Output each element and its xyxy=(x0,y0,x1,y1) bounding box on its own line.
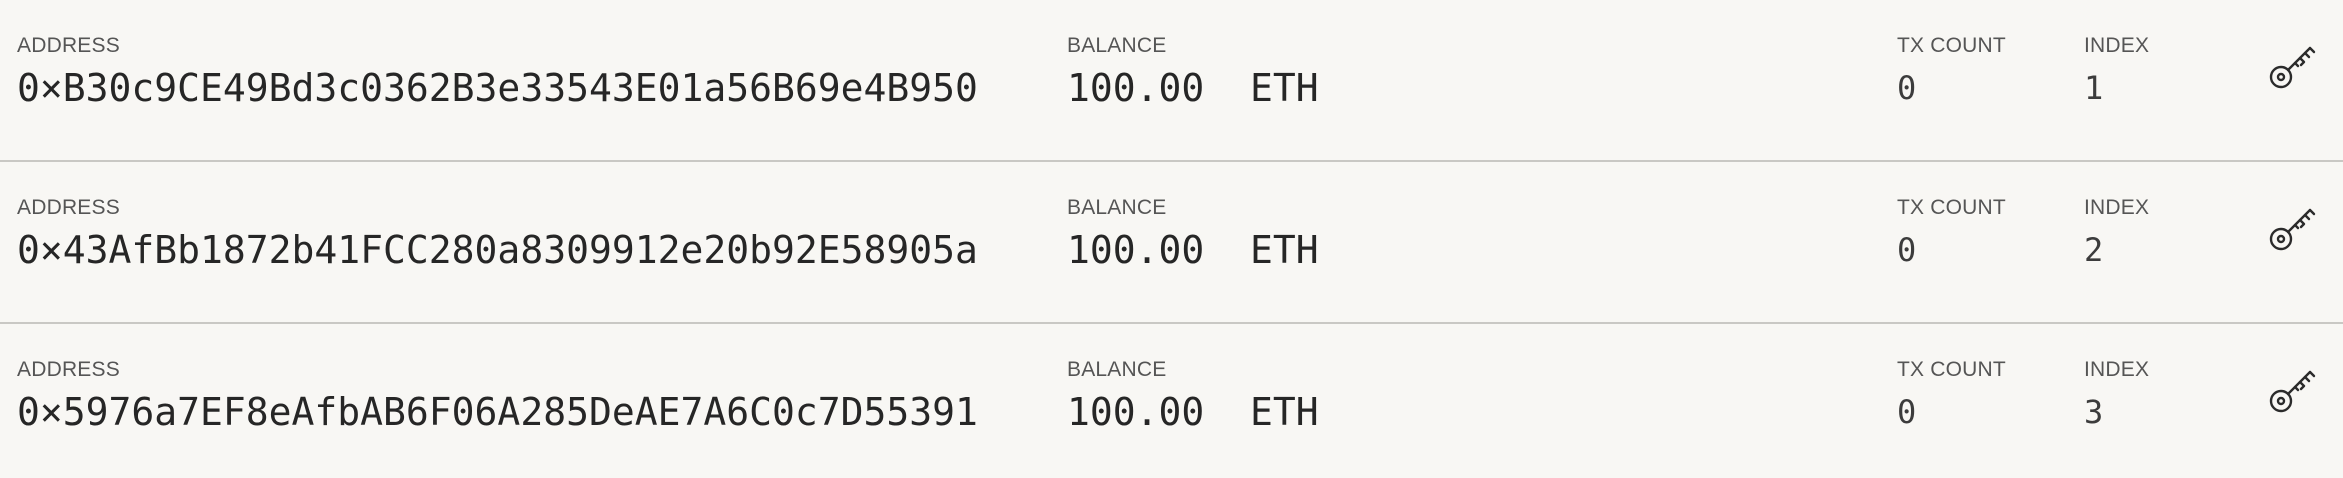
balance-label: BALANCE xyxy=(1067,34,1167,57)
accounts-list: ADDRESS 0×B30c9CE49Bd3c0362B3e33543E01a5… xyxy=(0,0,2343,478)
key-icon xyxy=(2269,370,2316,413)
key-icon xyxy=(2269,208,2316,251)
balance-label: BALANCE xyxy=(1067,196,1167,219)
tx-count-value: 0 xyxy=(1897,69,1917,107)
address-field: ADDRESS 0×B30c9CE49Bd3c0362B3e33543E01a5… xyxy=(17,34,978,110)
balance-field: BALANCE 100.00 ETH xyxy=(1067,196,1319,272)
address-field: ADDRESS 0×43AfBb1872b41FCC280a8309912e20… xyxy=(17,196,978,272)
key-icon xyxy=(2269,46,2316,89)
tx-count-label: TX COUNT xyxy=(1897,196,2006,219)
balance-label: BALANCE xyxy=(1067,358,1167,381)
index-label: INDEX xyxy=(2084,34,2150,57)
address-label: ADDRESS xyxy=(17,358,120,381)
account-row[interactable]: ADDRESS 0×B30c9CE49Bd3c0362B3e33543E01a5… xyxy=(0,0,2343,162)
index-label: INDEX xyxy=(2084,196,2150,219)
index-label: INDEX xyxy=(2084,358,2150,381)
balance-field: BALANCE 100.00 ETH xyxy=(1067,34,1319,110)
address-field: ADDRESS 0×5976a7EF8eAfbAB6F06A285DeAE7A6… xyxy=(17,358,978,434)
show-keys-button[interactable] xyxy=(2262,360,2322,420)
address-label: ADDRESS xyxy=(17,34,120,57)
tx-count-field: TX COUNT 0 xyxy=(1897,196,2006,272)
address-value: 0×5976a7EF8eAfbAB6F06A285DeAE7A6C0c7D553… xyxy=(17,390,978,434)
index-value: 2 xyxy=(2084,231,2104,269)
index-value: 3 xyxy=(2084,393,2104,431)
tx-count-label: TX COUNT xyxy=(1897,358,2006,381)
tx-count-value: 0 xyxy=(1897,393,1917,431)
address-label: ADDRESS xyxy=(17,196,120,219)
tx-count-field: TX COUNT 0 xyxy=(1897,358,2006,434)
balance-value: 100.00 ETH xyxy=(1067,390,1319,434)
tx-count-field: TX COUNT 0 xyxy=(1897,34,2006,110)
index-field: INDEX 2 xyxy=(2084,196,2149,272)
index-value: 1 xyxy=(2084,69,2104,107)
balance-field: BALANCE 100.00 ETH xyxy=(1067,358,1319,434)
tx-count-label: TX COUNT xyxy=(1897,34,2006,57)
index-field: INDEX 1 xyxy=(2084,34,2149,110)
account-row[interactable]: ADDRESS 0×43AfBb1872b41FCC280a8309912e20… xyxy=(0,162,2343,324)
address-value: 0×43AfBb1872b41FCC280a8309912e20b92E5890… xyxy=(17,228,978,272)
balance-value: 100.00 ETH xyxy=(1067,228,1319,272)
address-value: 0×B30c9CE49Bd3c0362B3e33543E01a56B69e4B9… xyxy=(17,66,978,110)
account-row[interactable]: ADDRESS 0×5976a7EF8eAfbAB6F06A285DeAE7A6… xyxy=(0,324,2343,478)
show-keys-button[interactable] xyxy=(2262,198,2322,258)
balance-value: 100.00 ETH xyxy=(1067,66,1319,110)
show-keys-button[interactable] xyxy=(2262,36,2322,96)
index-field: INDEX 3 xyxy=(2084,358,2149,434)
tx-count-value: 0 xyxy=(1897,231,1917,269)
